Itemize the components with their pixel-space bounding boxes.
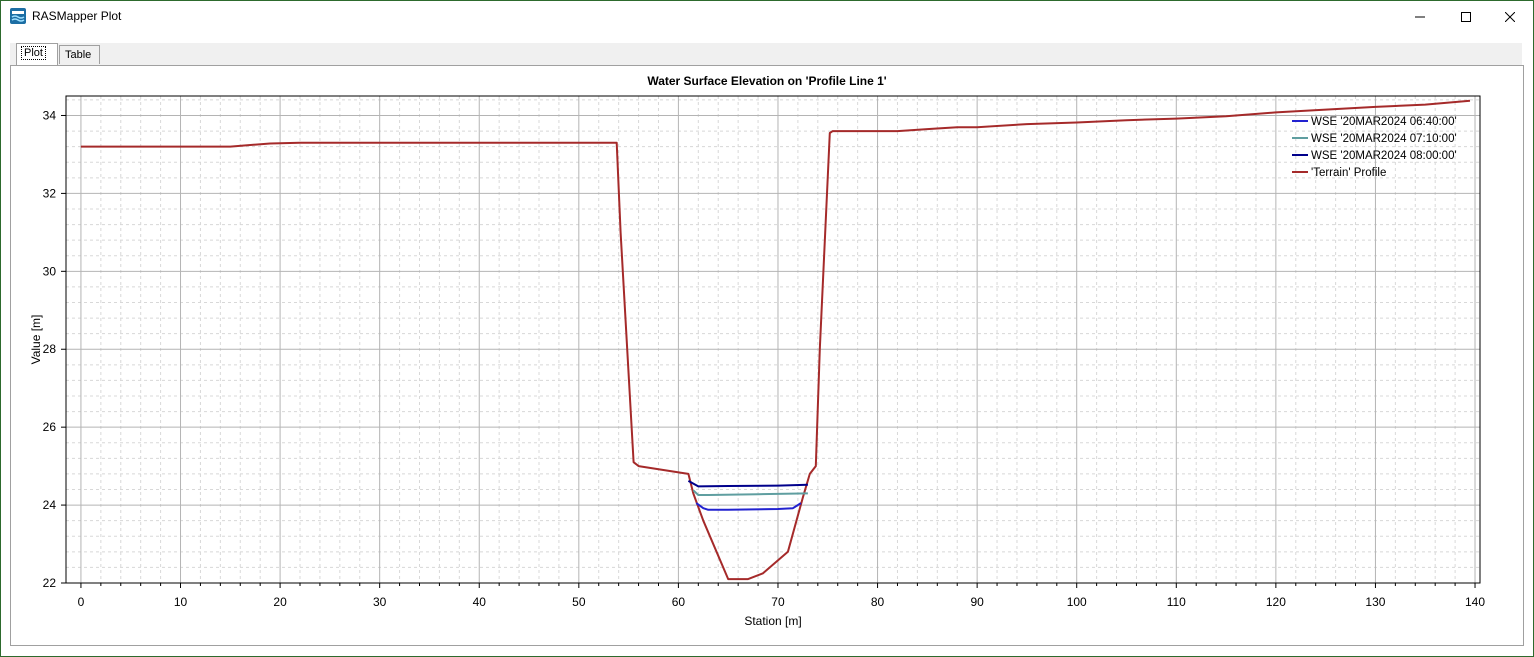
wse-profile-chart[interactable]: 0 10 20 30 40 50 60 70 80 90 100 110 120 130 140 22242… bbox=[0, 0, 1534, 657]
y-tick-label: 28 bbox=[43, 342, 57, 356]
x-tick-label: 60 bbox=[672, 595, 686, 609]
series-line bbox=[692, 489, 808, 496]
series-line bbox=[80, 99, 1471, 581]
y-tick-label: 30 bbox=[43, 264, 57, 278]
x-tick-label: 10 bbox=[174, 595, 188, 609]
x-tick-label: 110 bbox=[1167, 595, 1186, 609]
x-tick-label: 120 bbox=[1266, 595, 1286, 609]
x-tick-label: 20 bbox=[273, 595, 287, 609]
x-tick-label: 30 bbox=[373, 595, 387, 609]
y-tick-label: 34 bbox=[43, 108, 57, 122]
series-line bbox=[695, 502, 802, 511]
y-axis: 22 24 26 28 30 32 34 bbox=[43, 108, 66, 590]
y-axis-label: Value [m] bbox=[29, 315, 43, 365]
x-tick-label: 90 bbox=[970, 595, 984, 609]
y-tick-label: 24 bbox=[43, 498, 57, 512]
x-axis-label: Station [m] bbox=[744, 614, 801, 628]
legend-entry-label: WSE '20MAR2024 07:10:00' bbox=[1311, 133, 1457, 145]
y-tick-label: 22 bbox=[43, 576, 57, 590]
x-tick-label: 40 bbox=[473, 595, 487, 609]
series-line bbox=[687, 480, 808, 488]
legend-entry-label: 'Terrain' Profile bbox=[1311, 167, 1386, 179]
x-tick-label: 0 bbox=[78, 595, 85, 609]
y-tick-label: 26 bbox=[43, 420, 57, 434]
series-layer bbox=[80, 99, 1471, 581]
x-tick-label: 50 bbox=[572, 595, 586, 609]
x-tick-label: 130 bbox=[1365, 595, 1385, 609]
x-tick-label: 80 bbox=[871, 595, 885, 609]
legend-entry-label: WSE '20MAR2024 06:40:00' bbox=[1311, 116, 1457, 128]
x-tick-label: 100 bbox=[1067, 595, 1087, 609]
x-tick-label: 70 bbox=[771, 595, 785, 609]
legend-entry-label: WSE '20MAR2024 08:00:00' bbox=[1311, 150, 1457, 162]
x-tick-label: 140 bbox=[1465, 595, 1485, 609]
chart-legend[interactable]: WSE '20MAR2024 06:40:00' WSE '20MAR2024 0… bbox=[1292, 116, 1457, 179]
x-axis: 0 10 20 30 40 50 60 70 80 90 100 110 120 130 140 bbox=[78, 583, 1485, 609]
y-tick-label: 32 bbox=[43, 186, 57, 200]
